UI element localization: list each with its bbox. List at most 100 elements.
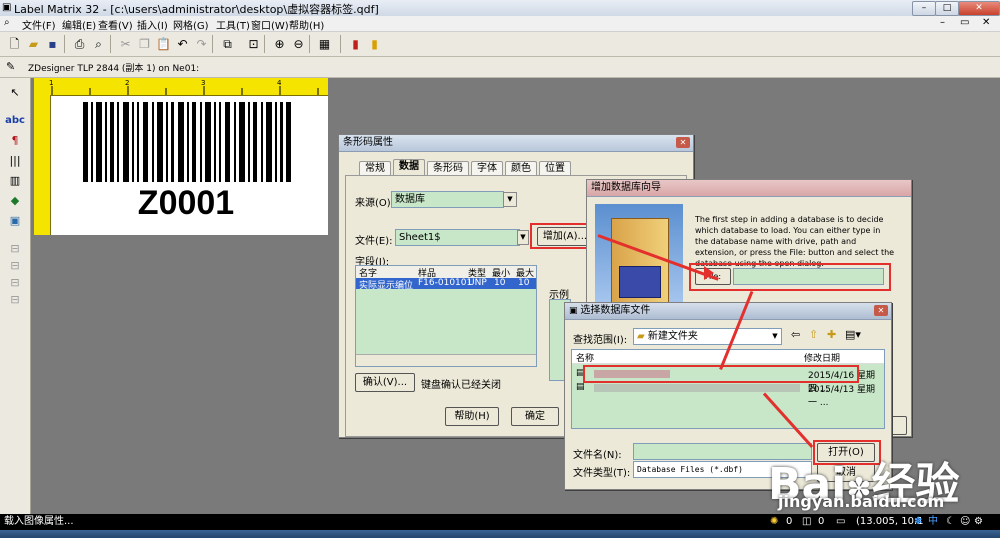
toolbar-divider [309,35,310,53]
source-label: 来源(O): [355,198,395,209]
tab-barcode[interactable]: 条形码 [427,161,469,176]
properties-icon[interactable]: ⊡ [244,35,263,54]
zoom-in-icon[interactable]: ⊕ [270,35,289,54]
label-canvas[interactable]: Z0001 [51,96,328,235]
print-icon[interactable]: ⎙ [70,35,89,54]
text-tool-icon[interactable]: abc [5,112,25,130]
maximize-button[interactable]: □ [935,1,959,16]
open-icon[interactable]: ▰ [24,35,43,54]
source-select[interactable]: 数据库 [391,191,504,208]
open-dialog-close-button[interactable]: ✕ [874,305,888,316]
taskbar [0,530,1000,538]
table-row[interactable]: 实际显示编位 F16-010101 UNP 10 10 [356,278,536,291]
paragraph-tool-icon[interactable]: ¶ [5,132,25,150]
zoom-out-icon[interactable]: ⊖ [289,35,308,54]
tab-color[interactable]: 颜色 [505,161,537,176]
settings-icon[interactable]: ⚙ [974,514,983,530]
print-preview-icon[interactable]: ⌕ [89,35,108,54]
align-bottom-icon[interactable]: ⊟ [5,291,25,309]
look-in-label: 查找范围(I): [573,335,628,346]
chevron-down-icon[interactable]: ▼ [503,192,517,207]
new-icon[interactable]: 🗋 [5,35,24,54]
app-icon[interactable]: ▣ [2,2,11,13]
undo-icon[interactable]: ↶ [173,35,192,54]
barcode-tool-icon[interactable]: ||| [5,152,25,170]
toolbar: 🗋 ▰ ▪ ⎙ ⌕ ✂ ❐ 📋 ↶ ↷ ⧉ ⊡ ⊕ ⊖ ▦ ▮ ▮ [0,32,1000,57]
printer-bar: ✎ ZDesigner TLP 2844 (副本 1) on Ne01: [0,57,1000,78]
align-left-icon[interactable]: ⊟ [5,240,25,258]
mdi-restore-button[interactable]: ▭ [960,17,969,28]
menu-help[interactable]: 帮助(H) [289,17,324,32]
view-menu-icon[interactable]: ▤▾ [845,328,861,341]
mdi-minimize-button[interactable]: – [940,17,945,28]
align-top-icon[interactable]: ⊟ [5,274,25,292]
tab-data[interactable]: 数据 [393,159,425,176]
file-select[interactable]: Sheet1$ [395,229,520,246]
minimize-button[interactable]: – [912,1,936,16]
dialog-close-button[interactable]: ✕ [676,137,690,148]
tab-general[interactable]: 常规 [359,161,391,176]
ok-button[interactable]: 确定 [511,407,559,426]
paste-icon[interactable]: 📋 [154,35,173,54]
menu-tools[interactable]: 工具(T) [216,17,250,32]
annotation-arrowhead [704,266,714,280]
stop-light-icon[interactable]: ▮ [346,35,365,54]
fields-list[interactable]: 名字 样品 类型 最小 最大 实际显示编位 F16-010101 UNP 10 … [355,265,537,367]
menu-file[interactable]: 文件(F) [22,17,56,32]
chevron-down-icon[interactable]: ▼ [517,230,529,245]
menu-edit[interactable]: 编辑(E) [62,17,96,32]
paw-icon[interactable]: ✽ [914,514,922,530]
horizontal-scrollbar[interactable] [356,354,536,366]
new-folder-icon[interactable]: ✚ [827,328,836,341]
dialog-title-bar: 条形码属性 ✕ [339,135,693,152]
menu-insert[interactable]: 插入(I) [137,17,168,32]
close-button[interactable]: ✕ [958,1,1000,16]
printer-pen-icon[interactable]: ✎ [6,60,15,73]
redo-icon[interactable]: ↷ [192,35,211,54]
tab-position[interactable]: 位置 [539,161,571,176]
align-right-icon[interactable]: ⊟ [5,257,25,275]
traffic-light-icon[interactable]: ▮ [365,35,384,54]
up-folder-icon[interactable]: ⇧ [809,328,818,341]
svg-text:3: 3 [201,79,205,87]
pointer-tool-icon[interactable]: ↖ [5,84,25,102]
doc-icon[interactable]: ⌕ [4,17,10,28]
mdi-close-button[interactable]: ✕ [982,17,990,28]
column-header[interactable]: 名称 [576,351,594,364]
cut-icon[interactable]: ✂ [116,35,135,54]
menu-view[interactable]: 查看(V) [98,17,133,32]
help-button[interactable]: 帮助(H) [445,407,499,426]
chevron-down-icon[interactable]: ▼ [769,329,781,343]
column-header[interactable]: 修改日期 [804,351,840,364]
toolbar-divider [212,35,213,53]
menu-window[interactable]: 窗口(W) [251,17,289,32]
shape-tool-icon[interactable]: ◆ [5,192,25,210]
barcode2d-tool-icon[interactable]: ▥ [5,172,25,190]
ime-moon-icon[interactable]: ☾ [946,514,955,530]
back-icon[interactable]: ⇦ [791,328,800,341]
dialog-title: 条形码属性 [343,137,393,148]
toolbar-divider [264,35,265,53]
confirm-button[interactable]: 确认(V)... [355,373,415,392]
wizard-title-bar: 增加数据库向导 [587,180,911,197]
file-list[interactable]: 名称 修改日期 ▤ 2015/4/16 星期四 ... ▤ 2015/4/13 … [571,349,885,429]
status-value: 0 [818,516,825,527]
page-setup-icon[interactable]: ⧉ [218,35,237,54]
copy-icon[interactable]: ❐ [135,35,154,54]
wizard-description: The first step in adding a database is t… [695,215,895,268]
sun-icon: ✺ [770,516,779,527]
menu-grid[interactable]: 网格(G) [173,17,209,32]
look-in-select[interactable]: ▰ 新建文件夹 [633,328,782,345]
smile-icon[interactable]: ☺ [960,514,970,530]
save-icon[interactable]: ▪ [43,35,62,54]
toolbar-divider [110,35,111,53]
highlight-box [689,263,891,291]
open-dialog-title: 选择数据库文件 [580,305,651,316]
calculator-icon[interactable]: ▦ [315,35,334,54]
tab-font[interactable]: 字体 [471,161,503,176]
barcode-image [83,102,291,182]
ime-indicator[interactable]: 中 [928,514,938,530]
wizard-illustration [595,204,683,308]
list-item[interactable]: ▤ 2015/4/13 星期一 ... [576,382,876,408]
image-tool-icon[interactable]: ▣ [5,212,25,230]
